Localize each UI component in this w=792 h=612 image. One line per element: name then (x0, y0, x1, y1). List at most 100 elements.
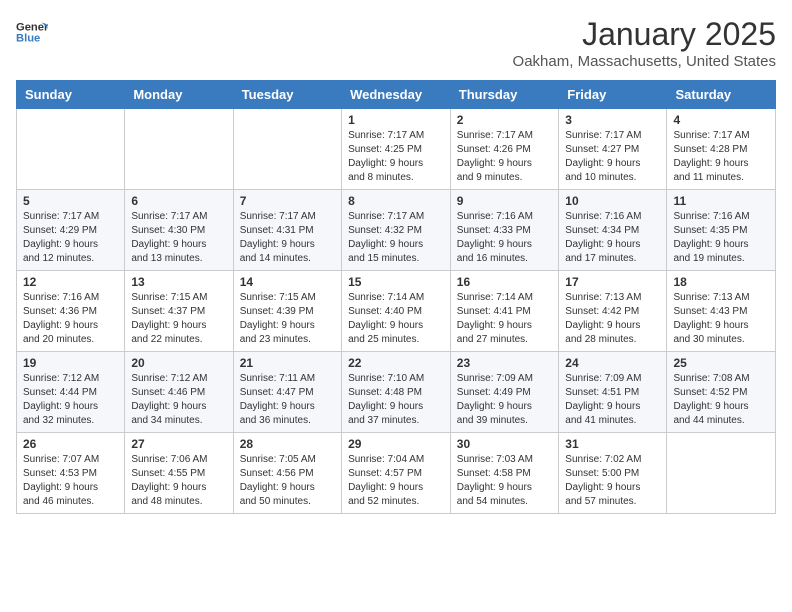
day-cell-26: 26 Sunrise: 7:07 AM Sunset: 4:53 PM Dayli… (17, 433, 125, 514)
day-cell-8: 8 Sunrise: 7:17 AM Sunset: 4:32 PM Daylig… (342, 190, 451, 271)
day-cell-5: 5 Sunrise: 7:17 AM Sunset: 4:29 PM Daylig… (17, 190, 125, 271)
day-number: 17 (565, 275, 660, 289)
day-cell-30: 30 Sunrise: 7:03 AM Sunset: 4:58 PM Dayli… (450, 433, 559, 514)
day-number: 30 (457, 437, 553, 451)
day-number: 8 (348, 194, 444, 208)
day-info: Sunrise: 7:10 AM Sunset: 4:48 PM Dayligh… (348, 372, 444, 428)
week-row-4: 19 Sunrise: 7:12 AM Sunset: 4:44 PM Dayli… (17, 352, 776, 433)
day-cell-3: 3 Sunrise: 7:17 AM Sunset: 4:27 PM Daylig… (559, 109, 667, 190)
week-row-5: 26 Sunrise: 7:07 AM Sunset: 4:53 PM Dayli… (17, 433, 776, 514)
week-row-1: 1 Sunrise: 7:17 AM Sunset: 4:25 PM Daylig… (17, 109, 776, 190)
day-cell-14: 14 Sunrise: 7:15 AM Sunset: 4:39 PM Dayli… (233, 271, 341, 352)
logo: General Blue (16, 16, 52, 48)
day-info: Sunrise: 7:02 AM Sunset: 5:00 PM Dayligh… (565, 453, 660, 509)
day-number: 28 (240, 437, 335, 451)
day-cell-16: 16 Sunrise: 7:14 AM Sunset: 4:41 PM Dayli… (450, 271, 559, 352)
day-cell-28: 28 Sunrise: 7:05 AM Sunset: 4:56 PM Dayli… (233, 433, 341, 514)
day-info: Sunrise: 7:07 AM Sunset: 4:53 PM Dayligh… (23, 453, 118, 509)
empty-cell (233, 109, 341, 190)
day-number: 19 (23, 356, 118, 370)
day-number: 29 (348, 437, 444, 451)
calendar-table: SundayMondayTuesdayWednesdayThursdayFrid… (16, 80, 776, 514)
day-info: Sunrise: 7:09 AM Sunset: 4:49 PM Dayligh… (457, 372, 553, 428)
month-title: January 2025 (513, 16, 776, 53)
weekday-header-tuesday: Tuesday (233, 81, 341, 109)
weekday-header-thursday: Thursday (450, 81, 559, 109)
day-number: 31 (565, 437, 660, 451)
title-area: January 2025 Oakham, Massachusetts, Unit… (513, 16, 776, 70)
weekday-header-wednesday: Wednesday (342, 81, 451, 109)
day-cell-20: 20 Sunrise: 7:12 AM Sunset: 4:46 PM Dayli… (125, 352, 233, 433)
day-number: 5 (23, 194, 118, 208)
weekday-header-row: SundayMondayTuesdayWednesdayThursdayFrid… (17, 81, 776, 109)
day-number: 18 (673, 275, 769, 289)
day-number: 15 (348, 275, 444, 289)
day-info: Sunrise: 7:13 AM Sunset: 4:42 PM Dayligh… (565, 291, 660, 347)
day-cell-9: 9Sunrise: 7:16 AM Sunset: 4:33 PM Daylig… (450, 190, 559, 271)
day-cell-31: 31 Sunrise: 7:02 AM Sunset: 5:00 PM Dayli… (559, 433, 667, 514)
day-info: Sunrise: 7:17 AM Sunset: 4:25 PM Dayligh… (348, 129, 444, 185)
day-cell-23: 23Sunrise: 7:09 AM Sunset: 4:49 PM Dayli… (450, 352, 559, 433)
day-cell-12: 12 Sunrise: 7:16 AM Sunset: 4:36 PM Dayli… (17, 271, 125, 352)
day-number: 12 (23, 275, 118, 289)
day-info: Sunrise: 7:17 AM Sunset: 4:32 PM Dayligh… (348, 210, 444, 266)
day-cell-15: 15 Sunrise: 7:14 AM Sunset: 4:40 PM Dayli… (342, 271, 451, 352)
page-header: General Blue January 2025 Oakham, Massac… (16, 16, 776, 70)
day-number: 10 (565, 194, 660, 208)
day-info: Sunrise: 7:17 AM Sunset: 4:31 PM Dayligh… (240, 210, 335, 266)
day-info: Sunrise: 7:06 AM Sunset: 4:55 PM Dayligh… (131, 453, 226, 509)
day-info: Sunrise: 7:04 AM Sunset: 4:57 PM Dayligh… (348, 453, 444, 509)
day-number: 6 (131, 194, 226, 208)
day-info: Sunrise: 7:17 AM Sunset: 4:28 PM Dayligh… (673, 129, 769, 185)
day-number: 24 (565, 356, 660, 370)
day-cell-24: 24Sunrise: 7:09 AM Sunset: 4:51 PM Dayli… (559, 352, 667, 433)
day-info: Sunrise: 7:03 AM Sunset: 4:58 PM Dayligh… (457, 453, 553, 509)
logo-icon: General Blue (16, 16, 48, 48)
day-number: 4 (673, 113, 769, 127)
weekday-header-monday: Monday (125, 81, 233, 109)
day-info: Sunrise: 7:12 AM Sunset: 4:46 PM Dayligh… (131, 372, 226, 428)
day-info: Sunrise: 7:05 AM Sunset: 4:56 PM Dayligh… (240, 453, 335, 509)
day-number: 1 (348, 113, 444, 127)
weekday-header-sunday: Sunday (17, 81, 125, 109)
empty-cell (125, 109, 233, 190)
day-info: Sunrise: 7:16 AM Sunset: 4:33 PM Dayligh… (457, 210, 553, 266)
day-info: Sunrise: 7:16 AM Sunset: 4:36 PM Dayligh… (23, 291, 118, 347)
day-cell-2: 2 Sunrise: 7:17 AM Sunset: 4:26 PM Daylig… (450, 109, 559, 190)
day-info: Sunrise: 7:14 AM Sunset: 4:40 PM Dayligh… (348, 291, 444, 347)
day-info: Sunrise: 7:11 AM Sunset: 4:47 PM Dayligh… (240, 372, 335, 428)
day-number: 2 (457, 113, 553, 127)
empty-cell (667, 433, 776, 514)
day-cell-29: 29 Sunrise: 7:04 AM Sunset: 4:57 PM Dayli… (342, 433, 451, 514)
day-info: Sunrise: 7:13 AM Sunset: 4:43 PM Dayligh… (673, 291, 769, 347)
day-number: 14 (240, 275, 335, 289)
day-cell-17: 17 Sunrise: 7:13 AM Sunset: 4:42 PM Dayli… (559, 271, 667, 352)
day-number: 27 (131, 437, 226, 451)
day-cell-27: 27 Sunrise: 7:06 AM Sunset: 4:55 PM Dayli… (125, 433, 233, 514)
day-info: Sunrise: 7:14 AM Sunset: 4:41 PM Dayligh… (457, 291, 553, 347)
day-number: 13 (131, 275, 226, 289)
day-info: Sunrise: 7:12 AM Sunset: 4:44 PM Dayligh… (23, 372, 118, 428)
day-info: Sunrise: 7:15 AM Sunset: 4:39 PM Dayligh… (240, 291, 335, 347)
day-number: 11 (673, 194, 769, 208)
day-info: Sunrise: 7:17 AM Sunset: 4:27 PM Dayligh… (565, 129, 660, 185)
day-number: 20 (131, 356, 226, 370)
day-number: 7 (240, 194, 335, 208)
day-cell-13: 13Sunrise: 7:15 AM Sunset: 4:37 PM Dayli… (125, 271, 233, 352)
day-number: 3 (565, 113, 660, 127)
day-cell-18: 18 Sunrise: 7:13 AM Sunset: 4:43 PM Dayli… (667, 271, 776, 352)
day-number: 21 (240, 356, 335, 370)
day-cell-4: 4 Sunrise: 7:17 AM Sunset: 4:28 PM Daylig… (667, 109, 776, 190)
day-number: 16 (457, 275, 553, 289)
day-number: 25 (673, 356, 769, 370)
day-cell-11: 11Sunrise: 7:16 AM Sunset: 4:35 PM Dayli… (667, 190, 776, 271)
day-info: Sunrise: 7:17 AM Sunset: 4:26 PM Dayligh… (457, 129, 553, 185)
day-cell-1: 1 Sunrise: 7:17 AM Sunset: 4:25 PM Daylig… (342, 109, 451, 190)
day-number: 26 (23, 437, 118, 451)
week-row-2: 5 Sunrise: 7:17 AM Sunset: 4:29 PM Daylig… (17, 190, 776, 271)
weekday-header-friday: Friday (559, 81, 667, 109)
day-info: Sunrise: 7:17 AM Sunset: 4:29 PM Dayligh… (23, 210, 118, 266)
day-cell-10: 10Sunrise: 7:16 AM Sunset: 4:34 PM Dayli… (559, 190, 667, 271)
weekday-header-saturday: Saturday (667, 81, 776, 109)
location-title: Oakham, Massachusetts, United States (513, 53, 776, 70)
